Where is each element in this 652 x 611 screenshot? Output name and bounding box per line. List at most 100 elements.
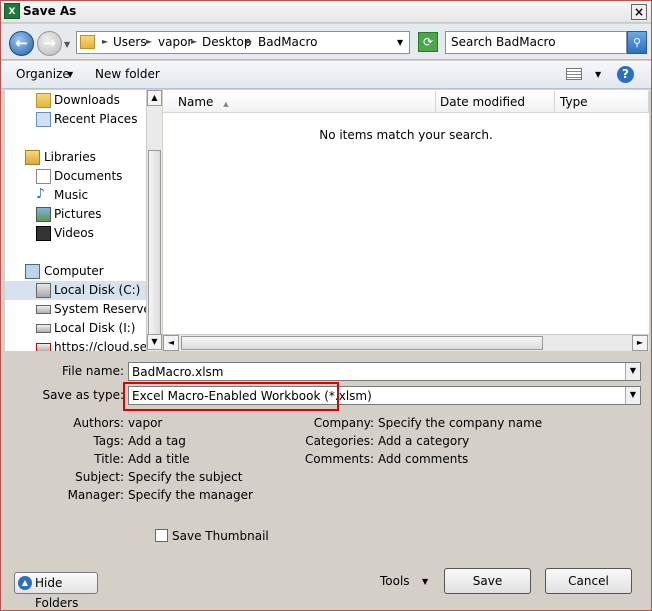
hide-folders-button[interactable]: ▲ Hide Folders	[14, 572, 98, 610]
close-icon: ×	[633, 5, 645, 19]
comments-value[interactable]: Add comments	[378, 452, 468, 466]
back-arrow-icon: ←	[15, 34, 28, 52]
nav-item-documents[interactable]: Documents	[5, 167, 146, 186]
chevron-right-icon[interactable]: ►	[146, 37, 152, 46]
company-value[interactable]: Specify the company name	[378, 416, 542, 430]
sort-up-icon: ▲	[223, 100, 229, 108]
breadcrumb-desktop[interactable]: Desktop	[202, 35, 252, 49]
breadcrumb-badmacro[interactable]: BadMacro	[258, 35, 318, 49]
nav-item-local-disk-c[interactable]: Local Disk (C:)	[5, 281, 146, 300]
column-header-label: Name	[178, 95, 214, 109]
downloads-folder-icon	[36, 93, 51, 108]
nav-item-downloads[interactable]: Downloads	[5, 91, 146, 110]
highlight-box	[123, 382, 339, 411]
scroll-up-icon[interactable]: ▲	[147, 90, 162, 106]
save-as-type-dropdown[interactable]: ▼	[625, 387, 640, 404]
nav-pane-scrollbar[interactable]: ▲ ▼	[146, 90, 162, 351]
hide-folders-label: Hide Folders	[35, 576, 79, 610]
nav-item-system-reserved[interactable]: System Reserved (	[5, 300, 146, 319]
title-bar	[1, 1, 651, 23]
chevron-down-icon: ▼	[629, 390, 637, 399]
chevron-right-icon[interactable]: ►	[246, 37, 252, 46]
chevron-right-icon[interactable]: ►	[102, 37, 108, 46]
chevron-right-icon[interactable]: ►	[191, 37, 197, 46]
file-name-label: File name:	[62, 364, 124, 378]
nav-item-music[interactable]: ♪ Music	[5, 186, 146, 205]
categories-value[interactable]: Add a category	[378, 434, 469, 448]
excel-app-icon: X	[4, 3, 20, 19]
local-disk-icon	[36, 283, 51, 298]
save-as-type-label: Save as type:	[42, 388, 124, 402]
search-icon: ⚲	[632, 36, 642, 49]
nav-item-computer[interactable]: Computer	[5, 262, 146, 281]
subject-value[interactable]: Specify the subject	[128, 470, 242, 484]
comments-label: Comments:	[304, 452, 374, 466]
refresh-button[interactable]: ⟳	[418, 32, 438, 52]
subject-label: Subject:	[75, 470, 124, 484]
chevron-down-icon[interactable]: ▼	[595, 70, 601, 79]
forward-button[interactable]: →	[37, 31, 62, 56]
organize-button[interactable]: Organize	[16, 67, 70, 81]
drive-icon	[36, 324, 51, 333]
pictures-icon	[36, 207, 51, 222]
navigation-pane[interactable]: Downloads Recent Places Libraries Docume…	[5, 90, 146, 351]
empty-results-message: No items match your search.	[319, 128, 493, 142]
search-button[interactable]: ⚲	[627, 31, 647, 54]
close-button[interactable]: ×	[631, 4, 647, 20]
scroll-left-icon[interactable]: ◄	[163, 335, 179, 351]
column-header-name[interactable]: Name ▲	[163, 91, 436, 113]
back-button[interactable]: ←	[9, 31, 34, 56]
column-header-type[interactable]: Type	[555, 91, 649, 113]
scrollbar-thumb[interactable]	[148, 150, 161, 342]
videos-icon	[36, 226, 51, 241]
window-title: Save As	[23, 4, 77, 18]
tools-button[interactable]: Tools	[380, 574, 410, 588]
chevron-down-icon[interactable]: ▼	[67, 70, 73, 79]
column-header-date-modified[interactable]: Date modified	[436, 91, 555, 113]
manager-value[interactable]: Specify the manager	[128, 488, 253, 502]
new-folder-button[interactable]: New folder	[95, 67, 160, 81]
categories-label: Categories:	[305, 434, 374, 448]
save-thumbnail-checkbox[interactable]	[155, 529, 168, 542]
file-name-input[interactable]: BadMacro.xlsm	[128, 362, 641, 381]
nav-item-label: Local Disk (C:)	[54, 283, 141, 297]
tags-value[interactable]: Add a tag	[128, 434, 186, 448]
history-dropdown-icon[interactable]: ▼	[64, 40, 73, 49]
address-dropdown-icon[interactable]: ▼	[397, 38, 403, 47]
nav-item-label: Local Disk (I:)	[54, 321, 136, 335]
search-input[interactable]: Search BadMacro	[445, 31, 627, 54]
manager-label: Manager:	[67, 488, 124, 502]
cancel-button[interactable]: Cancel	[545, 568, 632, 594]
file-list-scrollbar[interactable]: ◄ ►	[163, 334, 649, 351]
nav-item-network-drive[interactable]: https://cloud.seve	[5, 338, 146, 351]
authors-label: Authors:	[73, 416, 124, 430]
save-thumbnail-label: Save Thumbnail	[172, 529, 269, 543]
scrollbar-thumb[interactable]	[181, 336, 543, 350]
nav-item-videos[interactable]: Videos	[5, 224, 146, 243]
music-icon: ♪	[36, 186, 45, 202]
refresh-icon: ⟳	[422, 35, 434, 49]
chevron-down-icon[interactable]: ▼	[422, 577, 428, 586]
chevron-down-icon: ▼	[629, 366, 637, 375]
scroll-down-icon[interactable]: ▼	[147, 334, 162, 350]
nav-item-label: System Reserved (	[54, 302, 146, 316]
view-options-icon[interactable]	[566, 68, 582, 80]
file-name-dropdown[interactable]: ▼	[625, 363, 640, 380]
nav-item-label: Pictures	[54, 207, 102, 221]
nav-item-local-disk-i[interactable]: Local Disk (I:)	[5, 319, 146, 338]
nav-item-label: Recent Places	[54, 112, 138, 126]
nav-item-libraries[interactable]: Libraries	[5, 148, 146, 167]
scroll-right-icon[interactable]: ►	[632, 335, 648, 351]
libraries-icon	[25, 150, 40, 165]
help-icon[interactable]: ?	[617, 66, 634, 83]
nav-item-recent-places[interactable]: Recent Places	[5, 110, 146, 129]
title-value[interactable]: Add a title	[128, 452, 190, 466]
breadcrumb-vapor[interactable]: vapor	[158, 35, 192, 49]
computer-icon	[25, 264, 40, 279]
breadcrumb-users[interactable]: Users	[113, 35, 147, 49]
tags-label: Tags:	[93, 434, 124, 448]
nav-item-pictures[interactable]: Pictures	[5, 205, 146, 224]
nav-item-label: Computer	[44, 264, 104, 278]
authors-value[interactable]: vapor	[128, 416, 162, 430]
save-button[interactable]: Save	[444, 568, 531, 594]
